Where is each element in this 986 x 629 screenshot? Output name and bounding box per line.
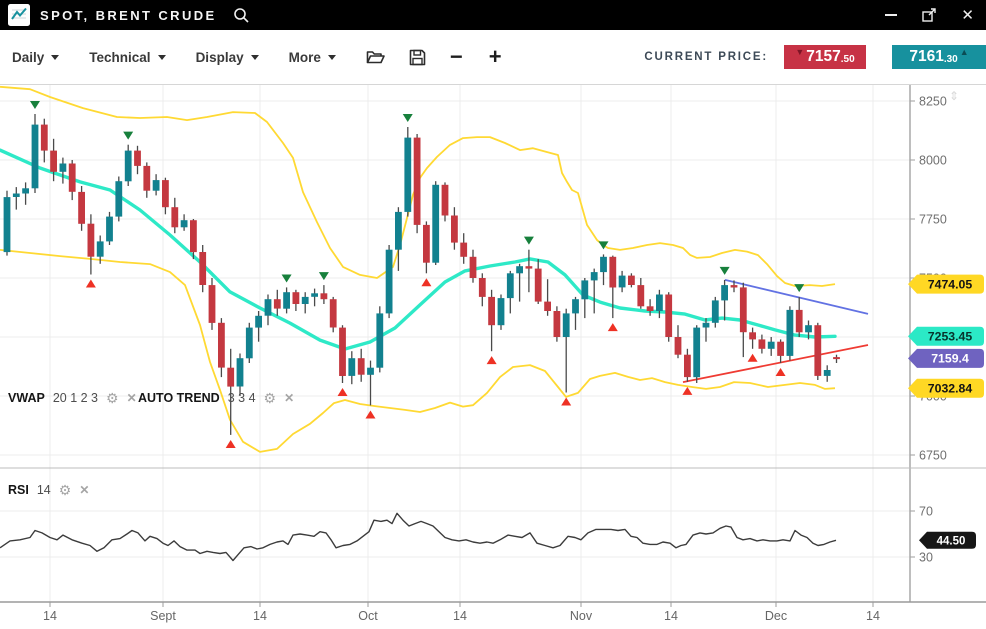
svg-text:14: 14 (453, 609, 467, 623)
app-logo-icon (8, 4, 30, 26)
svg-text:6750: 6750 (919, 449, 947, 463)
timeframe-dropdown[interactable]: Daily (12, 50, 59, 65)
svg-text:14: 14 (866, 609, 880, 623)
popout-button[interactable] (921, 7, 937, 23)
svg-text:7032.84: 7032.84 (928, 382, 973, 396)
svg-text:7474.05: 7474.05 (928, 277, 973, 291)
arrow-down-icon: ▼ (795, 48, 804, 57)
open-layout-button[interactable] (366, 49, 385, 65)
chevron-down-icon (158, 55, 166, 60)
bid-price-value: 7157 (806, 48, 840, 66)
technical-dropdown[interactable]: Technical (89, 50, 165, 65)
svg-text:Dec: Dec (765, 609, 787, 623)
auto-trend-remove-icon[interactable]: ✕ (284, 392, 294, 404)
vwap-remove-icon[interactable]: ✕ (127, 392, 137, 404)
svg-text:8250: 8250 (919, 95, 947, 109)
display-dropdown-label: Display (196, 50, 244, 65)
price-chart-canvas[interactable]: 14Sept14Oct14Nov14Dec1482508000775075007… (0, 0, 986, 629)
indicator-label-vwap: VWAP 20 1 2 3 ⚙ ✕ (8, 391, 137, 405)
chevron-down-icon (328, 55, 336, 60)
folder-open-icon (366, 49, 385, 65)
display-dropdown[interactable]: Display (196, 50, 259, 65)
auto-trend-settings-icon[interactable]: ⚙ (264, 391, 277, 405)
svg-text:70: 70 (919, 505, 933, 519)
timeframe-dropdown-label: Daily (12, 50, 44, 65)
svg-text:7253.45: 7253.45 (928, 330, 973, 344)
symbol-title: SPOT, BRENT CRUDE (40, 8, 217, 23)
more-dropdown[interactable]: More (289, 50, 336, 65)
chevron-down-icon (51, 55, 59, 60)
ask-price-decimals: .30 (944, 54, 958, 65)
svg-text:44.50: 44.50 (937, 535, 966, 547)
rsi-params: 14 (37, 483, 51, 497)
svg-text:7750: 7750 (919, 213, 947, 227)
indicator-label-auto-trend: AUTO TREND 3 3 4 ⚙ ✕ (138, 391, 294, 405)
bid-price-badge: ▼ 7157 .50 (784, 45, 866, 69)
svg-text:8000: 8000 (919, 154, 947, 168)
svg-text:Nov: Nov (570, 609, 593, 623)
rsi-settings-icon[interactable]: ⚙ (59, 483, 72, 497)
chevron-down-icon (251, 55, 259, 60)
search-icon[interactable] (233, 7, 250, 24)
svg-text:14: 14 (664, 609, 678, 623)
vwap-name: VWAP (8, 391, 45, 405)
zoom-out-button[interactable]: − (450, 46, 463, 68)
more-dropdown-label: More (289, 50, 321, 65)
svg-text:Sept: Sept (150, 609, 176, 623)
current-price-label: CURRENT PRICE: (644, 51, 768, 63)
rsi-remove-icon[interactable]: ✕ (79, 484, 89, 496)
rsi-name: RSI (8, 483, 29, 497)
indicator-label-rsi: RSI 14 ⚙ ✕ (8, 483, 89, 497)
svg-text:⇕: ⇕ (949, 89, 959, 103)
arrow-up-icon: ▲ (960, 48, 969, 57)
auto-trend-params: 3 3 4 (228, 391, 256, 405)
bid-price-decimals: .50 (841, 54, 855, 65)
window-titlebar: SPOT, BRENT CRUDE ✕ (0, 0, 986, 30)
ask-price-badge: 7161 .30 ▲ (892, 45, 986, 69)
svg-text:7159.4: 7159.4 (931, 352, 969, 366)
technical-dropdown-label: Technical (89, 50, 150, 65)
svg-text:14: 14 (253, 609, 267, 623)
chart-toolbar: Daily Technical Display More − + CURRENT… (0, 30, 986, 85)
auto-trend-name: AUTO TREND (138, 391, 220, 405)
save-layout-button[interactable] (409, 49, 426, 66)
close-button[interactable]: ✕ (961, 8, 974, 23)
ask-price-value: 7161 (909, 48, 943, 66)
vwap-params: 20 1 2 3 (53, 391, 98, 405)
svg-text:14: 14 (43, 609, 57, 623)
svg-text:Oct: Oct (358, 609, 378, 623)
minimize-button[interactable] (885, 14, 897, 16)
zoom-in-button[interactable]: + (489, 46, 502, 68)
save-icon (409, 49, 426, 66)
svg-text:30: 30 (919, 551, 933, 565)
vwap-settings-icon[interactable]: ⚙ (106, 391, 119, 405)
